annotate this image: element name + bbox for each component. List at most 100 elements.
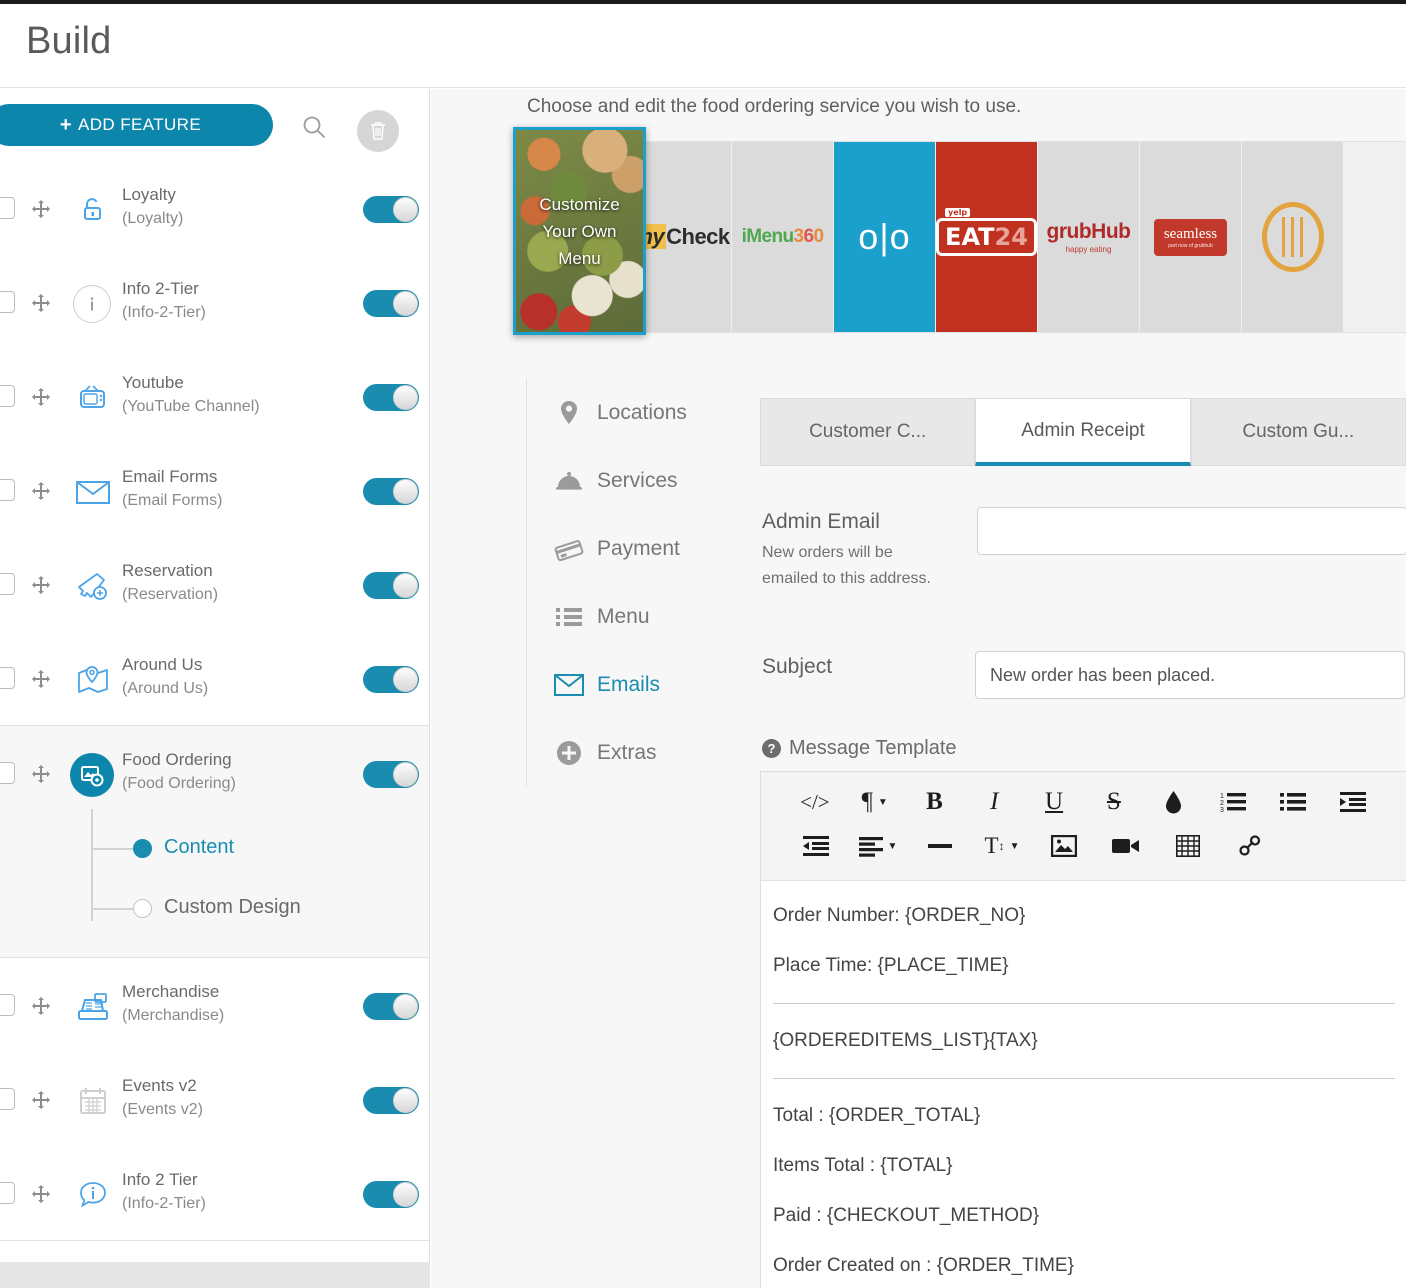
feature-checkbox[interactable] [0, 1088, 15, 1110]
subitem-radio[interactable] [133, 839, 152, 858]
feature-checkbox[interactable] [0, 291, 15, 313]
underline-icon[interactable]: U [1024, 780, 1084, 824]
unordered-list-icon[interactable] [1263, 780, 1323, 824]
nav-item-emails[interactable]: Emails [553, 651, 731, 719]
service-imenu360[interactable]: iMenu360 [732, 142, 834, 332]
feature-checkbox[interactable] [0, 479, 15, 501]
feature-checkbox[interactable] [0, 385, 15, 407]
indent-decrease-icon[interactable] [785, 824, 847, 868]
service-olo[interactable]: o|o [834, 142, 936, 332]
template-line: Order Created on : {ORDER_TIME} [773, 1255, 1074, 1276]
subitem-content[interactable]: Content [0, 819, 429, 879]
nav-item-locations[interactable]: Locations [553, 379, 731, 447]
feature-toggle[interactable] [363, 761, 419, 788]
insert-image-icon[interactable] [1033, 824, 1095, 868]
text-color-icon[interactable] [1144, 780, 1204, 824]
horizontal-rule-icon[interactable] [909, 824, 971, 868]
message-template-body[interactable]: Order Number: {ORDER_NO} Place Time: {PL… [761, 881, 1406, 1279]
feature-toggle[interactable] [363, 290, 419, 317]
align-icon[interactable]: ▼ [847, 824, 909, 868]
feature-checkbox[interactable] [0, 1182, 15, 1204]
service-ring[interactable] [1242, 142, 1344, 332]
subitem-label[interactable]: Custom Design [164, 896, 301, 919]
feature-checkbox[interactable] [0, 762, 15, 784]
service-grubhub[interactable]: grubHub happy eating [1038, 142, 1140, 332]
drag-handle-icon[interactable] [30, 669, 52, 691]
service-seamless[interactable]: seamless part now of grubhub [1140, 142, 1242, 332]
drag-handle-icon[interactable] [30, 764, 52, 786]
feature-row-reservation[interactable]: Reservation (Reservation) [0, 537, 429, 631]
feature-row-around-us[interactable]: Around Us (Around Us) [0, 631, 429, 725]
customize-your-own-menu-tile[interactable]: Customize Your Own Menu [513, 127, 646, 335]
nav-item-extras[interactable]: Extras [553, 719, 731, 787]
nav-item-payment[interactable]: Payment [553, 515, 731, 583]
insert-link-icon[interactable] [1219, 824, 1281, 868]
insert-table-icon[interactable] [1157, 824, 1219, 868]
feature-checkbox[interactable] [0, 994, 15, 1016]
drag-handle-icon[interactable] [30, 481, 52, 503]
subject-input[interactable] [975, 651, 1405, 699]
card-icon [553, 537, 585, 561]
feature-toggle[interactable] [363, 993, 419, 1020]
indent-increase-icon[interactable] [1323, 780, 1383, 824]
nav-item-menu[interactable]: Menu [553, 583, 731, 651]
feature-toggle[interactable] [363, 572, 419, 599]
tab-admin-receipt[interactable]: Admin Receipt [975, 398, 1191, 466]
feature-toggle[interactable] [363, 384, 419, 411]
drag-handle-icon[interactable] [30, 1090, 52, 1112]
code-view-icon[interactable]: </> [785, 780, 845, 824]
drag-handle-icon[interactable] [30, 293, 52, 315]
subitem-label[interactable]: Content [164, 836, 234, 859]
service-eat24[interactable]: yelp EAT24 [936, 142, 1038, 332]
feature-checkbox[interactable] [0, 667, 15, 689]
nav-item-services[interactable]: Services [553, 447, 731, 515]
feature-row-loyalty[interactable]: Loyalty (Loyalty) [0, 161, 429, 255]
chevron-down-icon: ▼ [1009, 840, 1020, 852]
feature-toggle[interactable] [363, 196, 419, 223]
food-ordering-service-strip: myCheck iMenu360 o|o yelp EAT24 grubHub ha… [527, 141, 1406, 333]
toggle-knob [393, 762, 418, 787]
tab-customer-confirmation[interactable]: Customer C... [760, 398, 976, 466]
nav-label: Locations [597, 401, 687, 424]
feature-toggle[interactable] [363, 666, 419, 693]
envelope-icon [553, 674, 585, 696]
feature-row-food-ordering[interactable]: Food Ordering (Food Ordering) [0, 725, 429, 819]
search-icon[interactable] [300, 113, 328, 141]
page-title: Build [26, 20, 112, 62]
tree-horizontal-line [91, 848, 133, 850]
feature-name: Reservation [122, 561, 213, 580]
subitem-radio[interactable] [133, 899, 152, 918]
sidebar-divider [0, 1240, 429, 1241]
ordered-list-icon[interactable]: 1 2 3 [1204, 780, 1264, 824]
drag-handle-icon[interactable] [30, 387, 52, 409]
feature-toggle[interactable] [363, 1087, 419, 1114]
feature-checkbox[interactable] [0, 197, 15, 219]
strikethrough-icon[interactable]: S [1084, 780, 1144, 824]
editor-toolbar-row-2: ▼ T ↕ ▼ [785, 824, 1383, 868]
feature-row-events-v2[interactable]: Events v2 (Events v2) [0, 1052, 429, 1146]
help-icon[interactable]: ? [762, 739, 781, 758]
feature-row-info-2-tier[interactable]: Info 2-Tier (Info-2-Tier) [0, 255, 429, 349]
paragraph-format-icon[interactable]: ¶ ▼ [845, 780, 905, 824]
drag-handle-icon[interactable] [30, 996, 52, 1018]
insert-video-icon[interactable] [1095, 824, 1157, 868]
italic-icon[interactable]: I [964, 780, 1024, 824]
delete-button[interactable] [357, 110, 399, 152]
font-size-icon[interactable]: T ↕ ▼ [971, 824, 1033, 868]
drag-handle-icon[interactable] [30, 199, 52, 221]
tab-custom-guest[interactable]: Custom Gu... [1190, 398, 1406, 466]
feature-toggle[interactable] [363, 478, 419, 505]
feature-toggle[interactable] [363, 1181, 419, 1208]
add-feature-button[interactable]: + ADD FEATURE [0, 104, 273, 146]
drag-handle-icon[interactable] [30, 575, 52, 597]
subitem-custom-design[interactable]: Custom Design [0, 879, 429, 939]
feature-row-info-2-tier-bubble[interactable]: Info 2 Tier (Info-2-Tier) [0, 1146, 429, 1240]
feature-checkbox[interactable] [0, 573, 15, 595]
cloche-icon [553, 469, 585, 493]
feature-row-youtube[interactable]: Youtube (YouTube Channel) [0, 349, 429, 443]
feature-row-merchandise[interactable]: Merchandise (Merchandise) [0, 958, 429, 1052]
feature-row-email-forms[interactable]: Email Forms (Email Forms) [0, 443, 429, 537]
drag-handle-icon[interactable] [30, 1184, 52, 1206]
bold-icon[interactable]: B [905, 780, 965, 824]
admin-email-input[interactable] [977, 507, 1406, 555]
